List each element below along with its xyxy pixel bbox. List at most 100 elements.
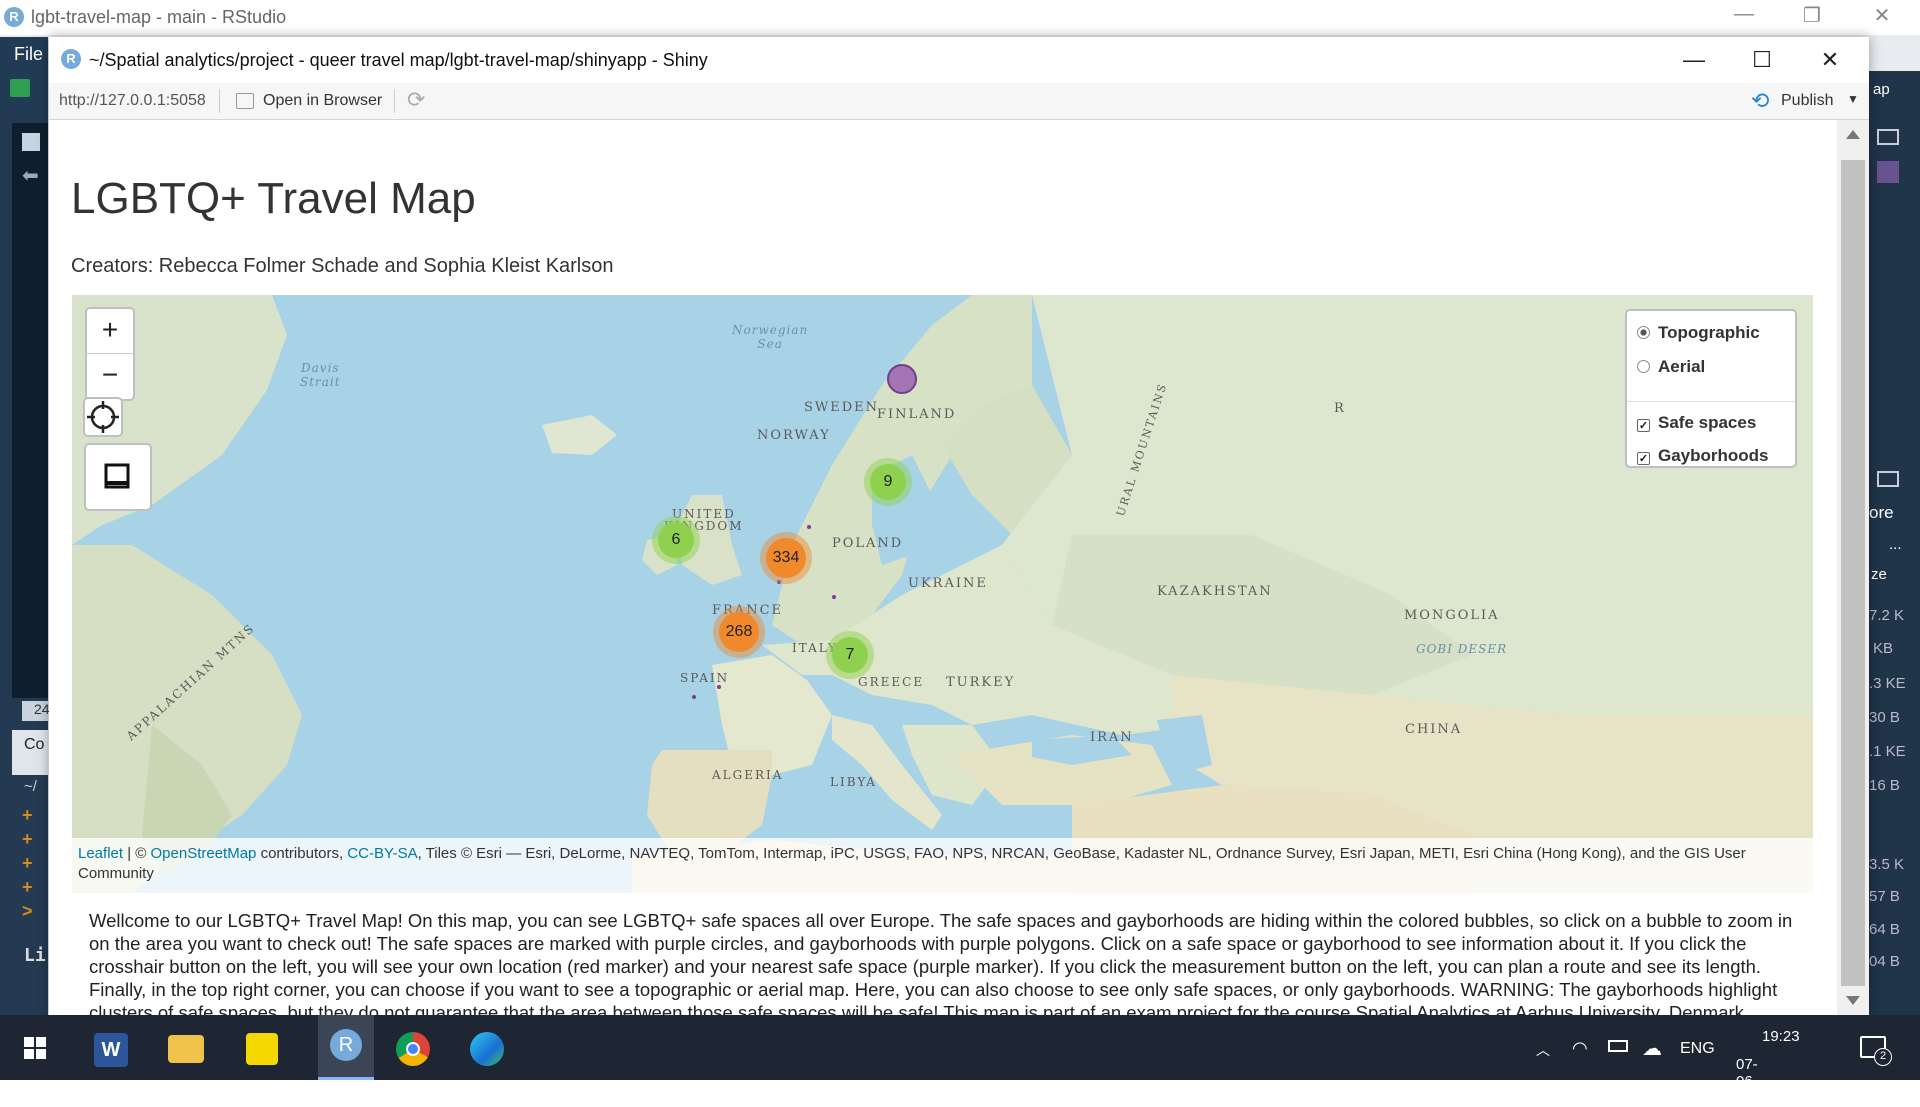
overlay-label: Gayborhoods: [1658, 446, 1769, 465]
new-file-icon[interactable]: [10, 79, 30, 97]
console-tab[interactable]: Co: [12, 730, 48, 775]
zoom-out-button[interactable]: −: [87, 354, 133, 398]
safe-space-dot[interactable]: [692, 695, 696, 699]
layer-aerial[interactable]: Aerial: [1637, 357, 1705, 377]
publish-icon[interactable]: ⟲: [1751, 88, 1769, 114]
url-field[interactable]: http://127.0.0.1:5058: [59, 92, 206, 110]
scroll-up-icon[interactable]: [1846, 130, 1860, 139]
overlay-gayborhoods[interactable]: ✓ Gayborhoods: [1637, 446, 1769, 466]
maximize-button[interactable]: ☐: [1737, 43, 1787, 77]
ruler-icon: [104, 463, 130, 489]
chrome-icon[interactable]: [396, 1032, 430, 1066]
minimize-button[interactable]: —: [1669, 43, 1719, 77]
windows-start-icon[interactable]: [24, 1037, 46, 1064]
checkbox-icon[interactable]: ✓: [1637, 419, 1650, 432]
rstudio-toolbar: [0, 71, 48, 115]
console-text: Li: [24, 945, 46, 966]
safe-space-dot[interactable]: [832, 595, 836, 599]
pane-icon[interactable]: [1877, 161, 1899, 183]
console-plus-icon: +: [22, 877, 33, 897]
file-size: 3.5 K: [1869, 856, 1905, 873]
locate-button[interactable]: [83, 397, 123, 437]
file-size: KB: [1873, 640, 1894, 657]
rstudio-logo-icon: R: [4, 7, 24, 27]
notification-icon[interactable]: 2: [1860, 1036, 1892, 1066]
cc-by-sa-link[interactable]: CC-BY-SA: [347, 845, 417, 862]
radio-icon[interactable]: [1637, 360, 1650, 373]
word-icon[interactable]: W: [94, 1033, 128, 1067]
language-indicator[interactable]: ENG: [1680, 1040, 1715, 1058]
leaflet-map[interactable]: Norwegian Sea Davis Strait SWEDEN FINLAND …: [72, 295, 1813, 893]
right-label: ap: [1873, 81, 1890, 98]
rstudio-close-button[interactable]: ✕: [1862, 3, 1902, 28]
cluster-marker[interactable]: 334: [760, 532, 812, 584]
scrollbar-thumb[interactable]: [1841, 160, 1865, 986]
vertical-scrollbar[interactable]: [1837, 120, 1869, 1015]
taskbar-rstudio-active[interactable]: R: [318, 1015, 374, 1080]
layer-label: Aerial: [1658, 357, 1706, 376]
rstudio-icon: R: [330, 1029, 362, 1061]
rstudio-restore-button[interactable]: ❐: [1792, 3, 1832, 28]
clock-date[interactable]: 07-06-2021: [1736, 1056, 1769, 1107]
sea-label-line: Strait: [300, 375, 341, 389]
divider: [394, 89, 395, 113]
edge-icon[interactable]: [470, 1032, 504, 1066]
r-file-icon[interactable]: [22, 133, 40, 151]
onedrive-icon[interactable]: ☁: [1642, 1036, 1662, 1061]
layers-divider: [1627, 401, 1795, 402]
publish-button[interactable]: Publish: [1781, 92, 1833, 110]
scroll-down-icon[interactable]: [1846, 996, 1860, 1005]
radio-icon[interactable]: [1637, 326, 1650, 339]
cluster-marker[interactable]: 7: [826, 631, 874, 679]
console-label: Co: [24, 736, 45, 753]
leaflet-link[interactable]: Leaflet: [78, 845, 123, 862]
rstudio-minimize-button[interactable]: —: [1724, 3, 1764, 26]
safe-space-dot[interactable]: [807, 525, 811, 529]
console-plus-icon: +: [22, 853, 33, 873]
country-label: SWEDEN: [804, 400, 880, 415]
attribution-text: | ©: [123, 845, 151, 862]
layer-topographic[interactable]: Topographic: [1637, 323, 1760, 343]
right-label[interactable]: ...: [1889, 536, 1902, 553]
country-label: R: [1334, 401, 1346, 416]
sticky-notes-icon[interactable]: [246, 1033, 278, 1065]
overlay-safe-spaces[interactable]: ✓ Safe spaces: [1637, 413, 1756, 433]
cluster-marker[interactable]: 9: [864, 458, 912, 506]
safe-space-dot[interactable]: [717, 685, 721, 689]
country-label: ALGERIA: [712, 768, 784, 782]
open-in-browser-button[interactable]: Open in Browser: [263, 92, 382, 110]
osm-link[interactable]: OpenStreetMap: [151, 845, 257, 862]
cluster-marker[interactable]: 6: [652, 516, 700, 564]
r-logo-icon: R: [61, 49, 81, 69]
cluster-marker[interactable]: 268: [713, 606, 765, 658]
country-label: POLAND: [832, 536, 904, 551]
file-explorer-icon[interactable]: [168, 1035, 204, 1063]
pane-maximize-icon[interactable]: [1877, 129, 1899, 145]
map-attribution: Leaflet | © OpenStreetMap contributors, …: [72, 838, 1813, 893]
sea-label-line: Norwegian: [732, 323, 809, 337]
file-size: 64 B: [1869, 921, 1900, 938]
back-arrow-icon[interactable]: ⬅: [22, 163, 39, 188]
zoom-in-button[interactable]: +: [87, 309, 133, 354]
rstudio-right-panes: ap ore ... ze 7.2 K KB .3 KE 30 B .1 KE …: [1869, 71, 1920, 1015]
file-size: 30 B: [1869, 709, 1900, 726]
safe-space-marker[interactable]: [887, 364, 917, 394]
checkbox-icon[interactable]: ✓: [1637, 452, 1650, 465]
rstudio-menu-file[interactable]: File: [0, 37, 48, 71]
publish-dropdown-icon[interactable]: ▼: [1847, 92, 1859, 106]
measure-button[interactable]: [84, 443, 152, 511]
sea-label-norwegian: Norwegian Sea: [732, 323, 808, 351]
rstudio-window-title: lgbt-travel-map - main - RStudio: [31, 7, 287, 27]
refresh-icon[interactable]: ⟳: [407, 87, 425, 113]
clock-time[interactable]: 19:23: [1762, 1028, 1800, 1045]
windows-taskbar: [0, 1015, 1920, 1080]
source-pane: ⬅: [12, 123, 48, 698]
pane-maximize-icon[interactable]: [1877, 471, 1899, 487]
right-label: ze: [1871, 566, 1887, 583]
wifi-icon[interactable]: ◠: [1572, 1038, 1588, 1059]
open-browser-icon[interactable]: [236, 93, 254, 109]
tray-chevron-icon[interactable]: ︿: [1536, 1040, 1550, 1060]
battery-icon[interactable]: [1608, 1040, 1628, 1052]
close-button[interactable]: ✕: [1805, 43, 1855, 77]
file-size: .1 KE: [1869, 743, 1906, 760]
